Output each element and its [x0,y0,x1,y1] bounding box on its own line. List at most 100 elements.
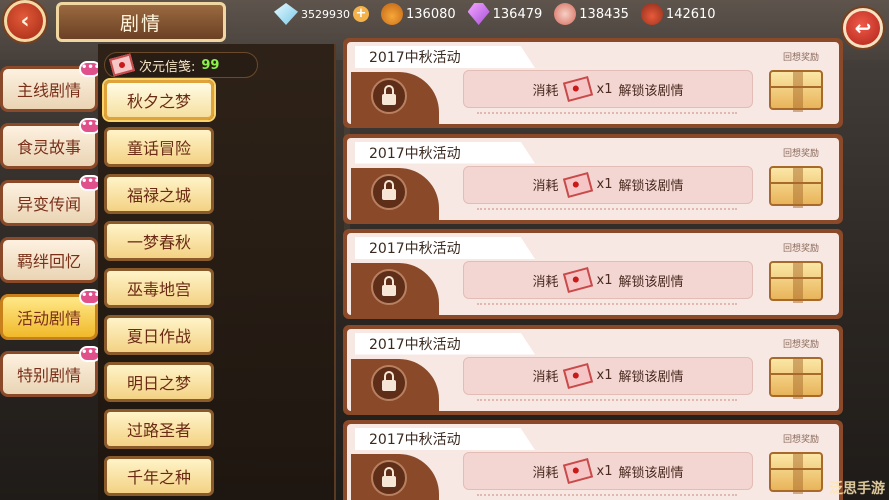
unlock-cost[interactable]: 消耗 x1 解锁该剧情 [463,70,753,108]
resource-gem: 136479 [467,3,543,25]
reward-label: 回想奖励 [782,339,819,350]
reward-chest-icon[interactable] [769,70,823,112]
tab-label: 异变传闻 [16,195,81,214]
story-item[interactable]: 童话冒险 [104,127,214,167]
unlock-cost[interactable]: 消耗 x1 解锁该剧情 [463,165,753,204]
resource-diamond: 3529930 + [274,3,369,25]
card-body: 2017中秋活动 消耗 x1 解锁该剧情 回想奖励 [347,137,839,224]
divider [477,303,737,305]
story-item[interactable]: 夏日作战 [104,315,214,355]
unlock-cost[interactable]: 消耗 x1 解锁该剧情 [463,261,753,299]
reward-label: 回想奖励 [782,148,819,159]
cost-prefix: 消耗 [532,274,559,290]
tab-special-story[interactable]: 特别剧情 ••• [0,346,101,397]
chapter-card[interactable]: 2017中秋活动 消耗 x1 解锁该剧情 回想奖励 [343,38,843,128]
chapter-title: 2017中秋活动 [355,237,535,259]
story-item[interactable]: 明日之梦 [104,362,214,402]
story-item[interactable]: 千年之种 [104,456,214,496]
resource-bottle: 136080 [381,3,456,25]
divider [477,207,737,210]
lock-area [351,454,439,500]
tab-label: 羁绊回忆 [16,252,81,271]
tab-anomaly-rumors[interactable]: 异变传闻 ••• [0,175,101,226]
reward-chest-icon[interactable] [769,261,823,303]
tab-label: 食灵故事 [16,138,81,157]
cost-qty: x1 [596,177,613,192]
gem-count: 136479 [492,6,543,22]
chapter-card[interactable]: 2017中秋活动 消耗 x1 解锁该剧情 回想奖励 [343,133,843,224]
letter-icon [562,457,593,485]
tab-bond-memories[interactable]: 羁绊回忆 [0,237,98,283]
currency-value: 99 [201,57,220,73]
card-body: 2017中秋活动 消耗 x1 解锁该剧情 回想奖励 [347,42,839,128]
watermark: 泛思手游 [829,481,885,497]
pot-icon [640,3,663,25]
lock-icon [371,78,407,114]
letter-icon [562,171,593,198]
unlock-cost[interactable]: 消耗 x1 解锁该剧情 [463,452,753,490]
letter-currency: 次元信笺: 99 [104,52,258,78]
reward-chest-icon[interactable] [769,356,823,399]
reward-label: 回想奖励 [782,53,819,63]
lock-area [351,263,439,319]
chapter-card[interactable]: 2017中秋活动 消耗 x1 解锁该剧情 回想奖励 [343,229,843,319]
currency-label: 次元信笺: [139,59,196,75]
return-button[interactable]: ↩ [843,8,883,48]
bottle-icon [381,3,403,25]
diamond-icon [274,3,298,25]
back-button[interactable]: ‹ [4,0,46,42]
divider [477,494,737,496]
tab-label: 活动剧情 [16,309,81,328]
divider [477,112,737,114]
cost-qty: x1 [596,272,613,288]
category-tabs: 主线剧情 ••• 食灵故事 ••• 异变传闻 ••• 羁绊回忆 活动剧情 ••• 特别剧… [0,61,101,408]
diamond-count: 3529930 [301,7,350,21]
chapter-title: 2017中秋活动 [355,332,535,355]
return-arrow-icon: ↩ [854,16,872,40]
story-item[interactable]: 一梦春秋 [104,221,214,261]
back-arrow-icon: ‹ [20,8,30,34]
cost-prefix: 消耗 [532,465,559,481]
letter-icon [562,362,593,389]
tab-event-story[interactable]: 活动剧情 ••• [0,289,101,340]
cost-prefix: 消耗 [532,83,559,99]
story-item[interactable]: 过路圣者 [104,409,214,449]
reward-chest-icon[interactable] [769,165,823,208]
resource-meat: 138435 [554,3,629,25]
cost-prefix: 消耗 [532,370,559,385]
story-item[interactable]: 巫毒地宫 [104,268,214,308]
page-title: 剧情 [56,2,226,42]
lock-icon [371,364,407,401]
divider [477,398,737,401]
chapter-title: 2017中秋活动 [355,46,535,68]
card-body: 2017中秋活动 消耗 x1 解锁该剧情 回想奖励 [347,424,839,500]
letter-icon [562,266,593,294]
tab-main-story[interactable]: 主线剧情 ••• [0,61,101,112]
meat-count: 138435 [579,6,629,22]
cost-action: 解锁该剧情 [618,370,684,385]
chapter-card[interactable]: 2017中秋活动 消耗 x1 解锁该剧情 回想奖励 [343,420,843,500]
story-list: 秋夕之梦 童话冒险 福禄之城 一梦春秋 巫毒地宫 夏日作战 明日之梦 过路圣者 … [104,80,214,500]
lock-icon [371,173,407,210]
cost-action: 解锁该剧情 [618,465,684,481]
reward-label: 回想奖励 [782,435,819,445]
lock-icon [371,460,407,496]
resource-pot: 142610 [640,3,716,25]
chapter-title: 2017中秋活动 [355,141,535,164]
add-diamond-icon[interactable]: + [353,6,369,22]
resource-bar: 3529930 + 136080 136479 138435 142610 [274,3,716,25]
story-item[interactable]: 福禄之城 [104,174,214,214]
unlock-cost[interactable]: 消耗 x1 解锁该剧情 [463,356,753,395]
lock-icon [371,269,407,305]
chapter-list: 2017中秋活动 消耗 x1 解锁该剧情 回想奖励 2017中秋活动 消耗 x1… [343,38,843,500]
bottle-count: 136080 [406,6,456,22]
cost-prefix: 消耗 [532,179,559,194]
purple-gem-icon [467,3,490,25]
tab-food-soul-story[interactable]: 食灵故事 ••• [0,118,101,169]
lock-area [351,72,439,128]
reward-chest-icon[interactable] [769,452,823,494]
cost-qty: x1 [596,368,613,383]
lock-area [351,358,439,415]
story-item[interactable]: 秋夕之梦 [104,80,214,120]
chapter-card[interactable]: 2017中秋活动 消耗 x1 解锁该剧情 回想奖励 [343,324,843,415]
